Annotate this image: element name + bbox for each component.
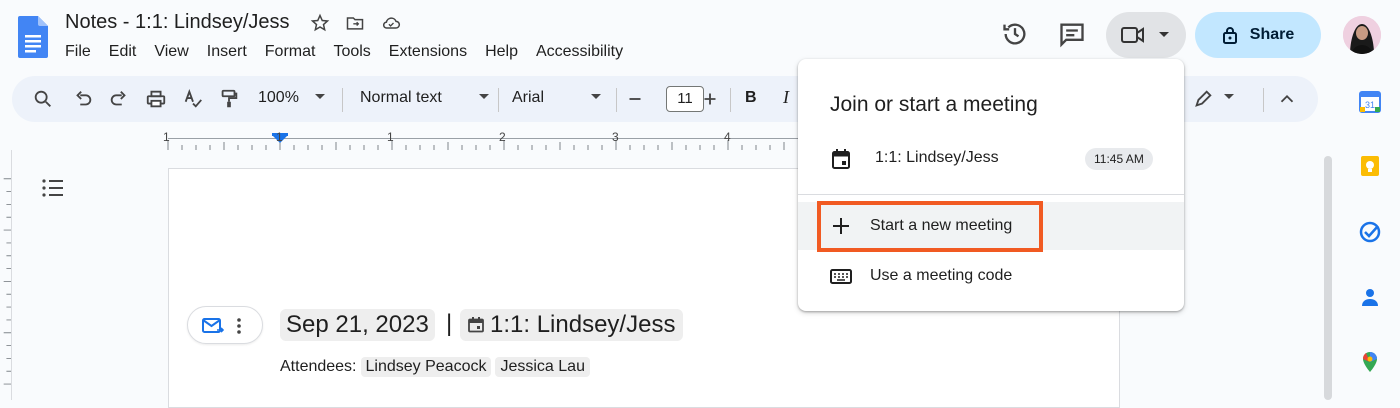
menu-format[interactable]: Format — [265, 43, 316, 61]
toolbar-divider — [498, 88, 499, 112]
google-calendar-icon[interactable]: 31 — [1358, 90, 1382, 114]
paint-format-icon[interactable] — [218, 88, 240, 110]
upcoming-meeting-item[interactable]: 1:1: Lindsey/Jess 11:45 AM — [798, 139, 1184, 179]
user-photo — [1343, 16, 1381, 54]
more-vert-icon[interactable] — [236, 317, 242, 335]
menu-view[interactable]: View — [154, 43, 188, 61]
docs-logo-icon[interactable] — [18, 16, 48, 58]
vertical-ruler[interactable] — [0, 150, 12, 400]
title-actions — [310, 13, 402, 33]
font-select[interactable]: Arial — [512, 89, 544, 107]
comments-icon[interactable] — [1058, 20, 1086, 48]
calendar-event-icon — [832, 149, 850, 169]
google-tasks-icon[interactable] — [1358, 220, 1382, 244]
mode-chevron-down-icon[interactable] — [1223, 93, 1235, 101]
redo-icon[interactable] — [108, 88, 130, 110]
toolbar-divider — [342, 88, 343, 112]
document-outline-icon[interactable] — [40, 176, 66, 200]
attendees-line: Attendees: Lindsey Peacock Jessica Lau — [280, 357, 590, 377]
toolbar-divider — [1263, 88, 1264, 112]
meet-dropdown-menu: Join or start a meeting 1:1: Lindsey/Jes… — [798, 59, 1184, 311]
ruler-label: 2 — [499, 130, 506, 144]
editing-mode-pencil-icon[interactable] — [1192, 88, 1214, 110]
meeting-time-badge: 11:45 AM — [1085, 148, 1153, 170]
email-draft-chip[interactable] — [187, 306, 263, 344]
undo-icon[interactable] — [72, 88, 94, 110]
italic-button[interactable]: I — [783, 87, 789, 108]
spellcheck-icon[interactable] — [182, 88, 204, 110]
menu-help[interactable]: Help — [485, 43, 518, 61]
search-menus-icon[interactable] — [32, 88, 54, 110]
menu-insert[interactable]: Insert — [207, 43, 247, 61]
menu-bar: File Edit View Insert Format Tools Exten… — [65, 43, 641, 61]
collapse-chevron-up-icon[interactable] — [1276, 88, 1298, 110]
top-bar: Notes - 1:1: Lindsey/Jess File Edit View… — [0, 0, 1400, 72]
ruler-label: 4 — [724, 130, 731, 144]
menu-extensions[interactable]: Extensions — [389, 43, 467, 61]
cloud-saved-icon[interactable] — [380, 13, 402, 33]
font-chevron-down-icon[interactable] — [590, 93, 602, 101]
star-icon[interactable] — [310, 13, 330, 33]
title-separator: | — [446, 310, 453, 337]
meeting-code-label: Use a meeting code — [870, 267, 1013, 284]
version-history-icon[interactable] — [1001, 20, 1029, 48]
keyboard-icon — [830, 269, 852, 284]
ruler-label: 1 — [387, 130, 394, 144]
toolbar-divider — [730, 88, 731, 112]
event-chip-label: 1:1: Lindsey/Jess — [490, 311, 676, 338]
meet-button[interactable] — [1106, 12, 1186, 58]
document-title[interactable]: Notes - 1:1: Lindsey/Jess — [65, 11, 290, 34]
scrollbar[interactable] — [1323, 152, 1333, 400]
ruler-label: 1 — [276, 130, 283, 144]
google-maps-icon[interactable] — [1358, 350, 1382, 374]
paragraph-style-select[interactable]: Normal text — [360, 89, 442, 107]
email-send-icon[interactable] — [202, 317, 224, 335]
side-panel: 31 — [1338, 72, 1400, 400]
style-chevron-down-icon[interactable] — [478, 93, 490, 101]
person-chip[interactable]: Lindsey Peacock — [360, 357, 492, 377]
increase-font-size-icon[interactable] — [699, 88, 721, 110]
scrollbar-thumb[interactable] — [1324, 156, 1332, 400]
calendar-event-chip[interactable]: 1:1: Lindsey/Jess — [460, 309, 684, 341]
menu-edit[interactable]: Edit — [109, 43, 137, 61]
date-smart-chip[interactable]: Sep 21, 2023 — [280, 309, 435, 341]
menu-accessibility[interactable]: Accessibility — [536, 43, 623, 61]
share-label: Share — [1249, 26, 1295, 43]
share-button[interactable]: Share — [1195, 12, 1321, 58]
meet-menu-title: Join or start a meeting — [830, 93, 1038, 116]
ruler-label: 1 — [163, 130, 170, 144]
menu-tools[interactable]: Tools — [333, 43, 370, 61]
calendar-icon — [468, 317, 484, 333]
upcoming-meeting-label: 1:1: Lindsey/Jess — [875, 149, 999, 166]
person-chip[interactable]: Jessica Lau — [495, 357, 590, 377]
toolbar-divider — [616, 88, 617, 112]
menu-file[interactable]: File — [65, 43, 91, 61]
zoom-select[interactable]: 100% — [258, 89, 299, 107]
svg-text:31: 31 — [1365, 100, 1375, 110]
video-camera-icon — [1121, 27, 1144, 43]
decrease-font-size-icon[interactable] — [624, 88, 646, 110]
menu-divider — [798, 194, 1184, 195]
meeting-code-item[interactable]: Use a meeting code — [798, 252, 1184, 300]
lock-icon — [1222, 27, 1237, 44]
print-icon[interactable] — [145, 88, 167, 110]
ruler-label: 3 — [612, 130, 619, 144]
highlight-annotation-box — [817, 201, 1043, 252]
avatar[interactable] — [1343, 16, 1381, 54]
chevron-down-icon — [1159, 32, 1169, 37]
bold-button[interactable]: B — [745, 89, 757, 107]
attendees-label: Attendees: — [280, 358, 357, 375]
zoom-chevron-down-icon[interactable] — [314, 93, 326, 101]
move-folder-icon[interactable] — [344, 13, 366, 33]
google-contacts-icon[interactable] — [1358, 285, 1382, 309]
google-keep-icon[interactable] — [1358, 154, 1382, 178]
